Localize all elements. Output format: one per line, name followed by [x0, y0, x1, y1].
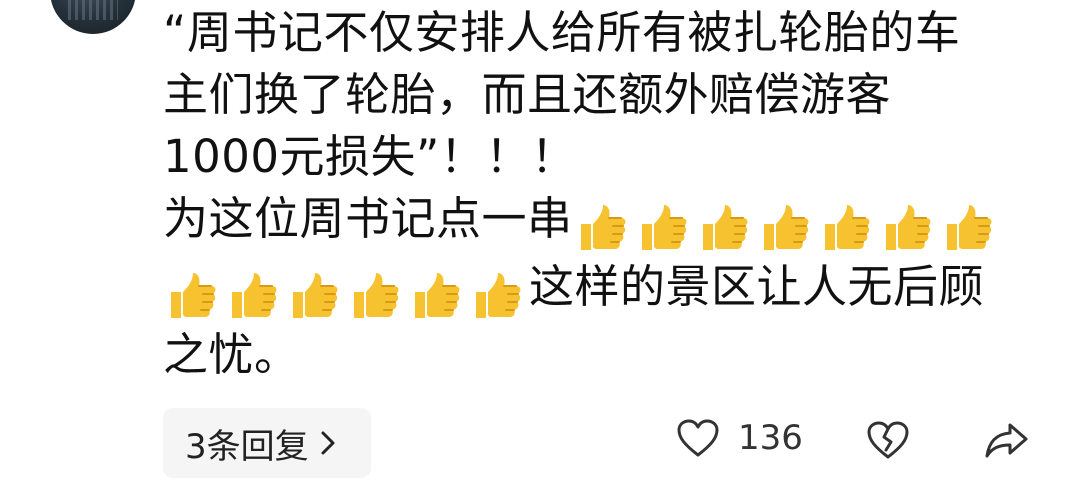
broken-heart-icon	[867, 421, 909, 459]
thumbs-up-icon	[573, 202, 629, 254]
avatar[interactable]	[50, 0, 136, 34]
thumbs-up-icon	[878, 202, 934, 254]
thumbs-up-emoji-run	[573, 194, 1000, 256]
share-icon	[985, 423, 1028, 458]
comment-text: “周书记不仅安排人给所有被扎轮胎的车 主们换了轮胎，而且还额外赔偿游客 1000…	[163, 2, 1043, 386]
thumbs-up-icon	[817, 202, 873, 254]
comment-line-1: “周书记不仅安排人给所有被扎轮胎的车	[163, 6, 961, 59]
thumbs-up-icon	[346, 270, 402, 322]
comment-line-5: 这样的景区让人无后顾	[163, 256, 1043, 324]
thumbs-up-icon	[939, 202, 995, 254]
comment-line-6: 之忧。	[163, 328, 300, 381]
thumbs-up-icon	[224, 270, 280, 322]
comment-line-3: 1000元损失”！！！	[163, 130, 577, 183]
thumbs-up-icon	[634, 202, 690, 254]
thumbs-up-icon	[407, 270, 463, 322]
like-count: 136	[738, 418, 803, 458]
comment-line-2: 主们换了轮胎，而且还额外赔偿游客	[163, 68, 892, 121]
thumbs-up-icon	[285, 270, 341, 322]
heart-icon	[677, 419, 719, 457]
comment-card: “周书记不仅安排人给所有被扎轮胎的车 主们换了轮胎，而且还额外赔偿游客 1000…	[0, 0, 1080, 480]
thumbs-up-icon	[695, 202, 751, 254]
comment-actions: 136	[0, 412, 1080, 472]
comment-line-4: 为这位周书记点一串	[163, 188, 1043, 256]
dislike-button[interactable]	[866, 420, 910, 464]
comment-line-5-text: 这样的景区让人无后顾	[529, 260, 985, 313]
thumbs-up-icon	[163, 270, 219, 322]
thumbs-up-icon	[468, 270, 524, 322]
like-button[interactable]: 136	[676, 418, 803, 458]
comment-line-4-text: 为这位周书记点一串	[163, 192, 573, 245]
thumbs-up-icon	[756, 202, 812, 254]
share-button[interactable]	[984, 420, 1030, 464]
thumbs-up-emoji-run	[163, 262, 529, 324]
